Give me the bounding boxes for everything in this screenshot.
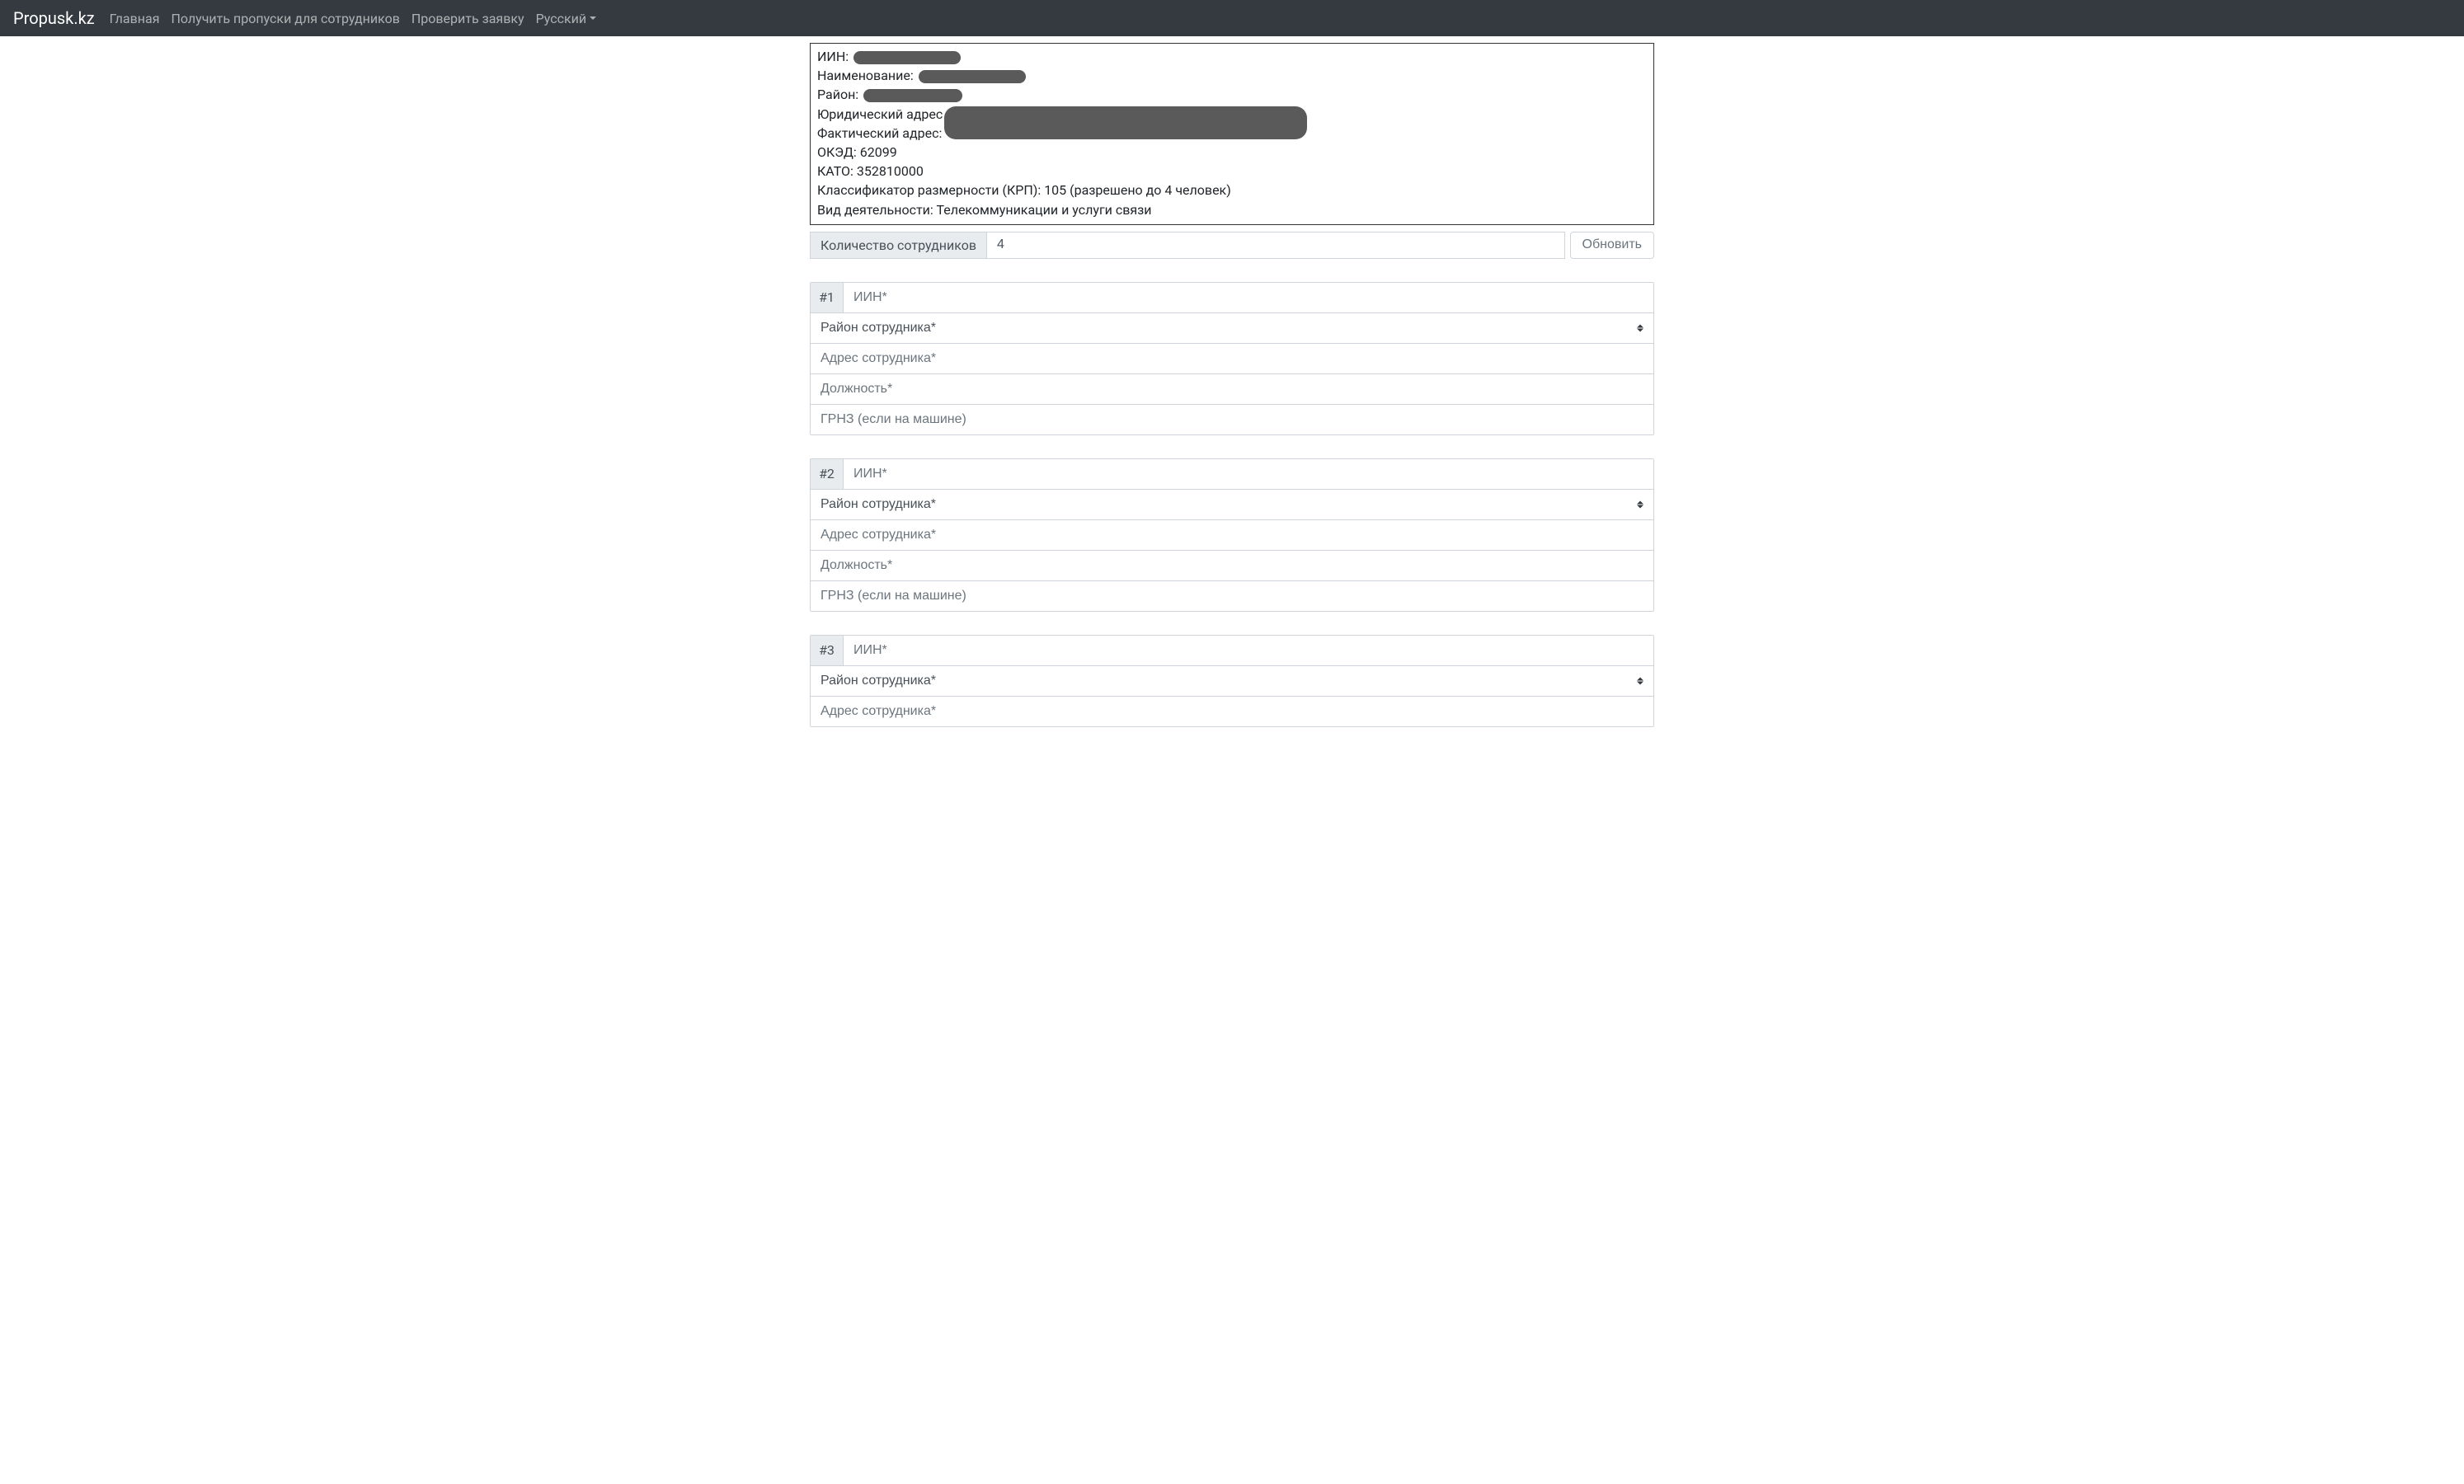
chevron-down-icon (590, 16, 596, 20)
activity-label: Вид деятельности: (817, 202, 933, 218)
nav-lang-dropdown[interactable]: Русский (536, 11, 597, 26)
employee-position-input[interactable] (811, 374, 1653, 404)
nav-lang-label: Русский (536, 11, 587, 26)
company-info-card: ИИН: Наименование: Район: Юридический ад… (810, 43, 1654, 225)
navbar: Propusk.kz Главная Получить пропуски для… (0, 0, 2464, 36)
kato-value: 352810000 (857, 163, 924, 179)
employee-district-select[interactable]: Район сотрудника* (811, 666, 1653, 696)
iin-label: ИИН: (817, 49, 849, 64)
employee-block-1: #1Район сотрудника* (810, 282, 1654, 435)
actual-addr-label: Фактический адрес: (817, 125, 942, 141)
employee-iin-input[interactable] (844, 283, 1653, 312)
activity-value: Телекоммуникации и услуги связи (936, 202, 1151, 218)
employee-address-input[interactable] (811, 344, 1653, 373)
district-label: Район: (817, 87, 858, 102)
legal-addr-label: Юридический адрес (817, 106, 943, 122)
employee-index: #3 (811, 636, 844, 665)
employee-index: #1 (811, 283, 844, 312)
oked-value: 62099 (860, 144, 897, 160)
employee-iin-input[interactable] (844, 459, 1653, 489)
employee-address-input[interactable] (811, 697, 1653, 726)
employee-address-input[interactable] (811, 520, 1653, 550)
nav-get-pass[interactable]: Получить пропуски для сотрудников (171, 11, 399, 26)
company-name-label: Наименование: (817, 68, 914, 83)
update-button[interactable]: Обновить (1570, 232, 1654, 259)
krp-label: Классификатор размерности (КРП): (817, 182, 1041, 198)
kato-label: КАТО: (817, 163, 853, 179)
main-container: ИИН: Наименование: Район: Юридический ад… (803, 43, 1661, 727)
employee-count-label: Количество сотрудников (810, 232, 987, 259)
nav-check[interactable]: Проверить заявку (411, 11, 524, 26)
oked-label: ОКЭД: (817, 144, 857, 160)
employee-block-3: #3Район сотрудника* (810, 635, 1654, 727)
brand[interactable]: Propusk.kz (13, 8, 95, 28)
nav-home[interactable]: Главная (110, 11, 160, 26)
employee-grnz-input[interactable] (811, 581, 1653, 611)
employee-count-group: Количество сотрудников Обновить (810, 232, 1654, 259)
company-name-redacted (919, 70, 1026, 83)
employee-index: #2 (811, 459, 844, 489)
employee-district-select[interactable]: Район сотрудника* (811, 490, 1653, 519)
employee-position-input[interactable] (811, 551, 1653, 580)
addresses-redacted (944, 106, 1307, 139)
district-value-redacted (863, 89, 962, 102)
employee-block-2: #2Район сотрудника* (810, 458, 1654, 612)
employee-grnz-input[interactable] (811, 405, 1653, 434)
employee-district-select[interactable]: Район сотрудника* (811, 313, 1653, 343)
krp-value: 105 (разрешено до 4 человек) (1044, 182, 1231, 198)
employee-count-input[interactable] (987, 232, 1565, 259)
employee-iin-input[interactable] (844, 636, 1653, 665)
iin-value-redacted (853, 51, 961, 64)
